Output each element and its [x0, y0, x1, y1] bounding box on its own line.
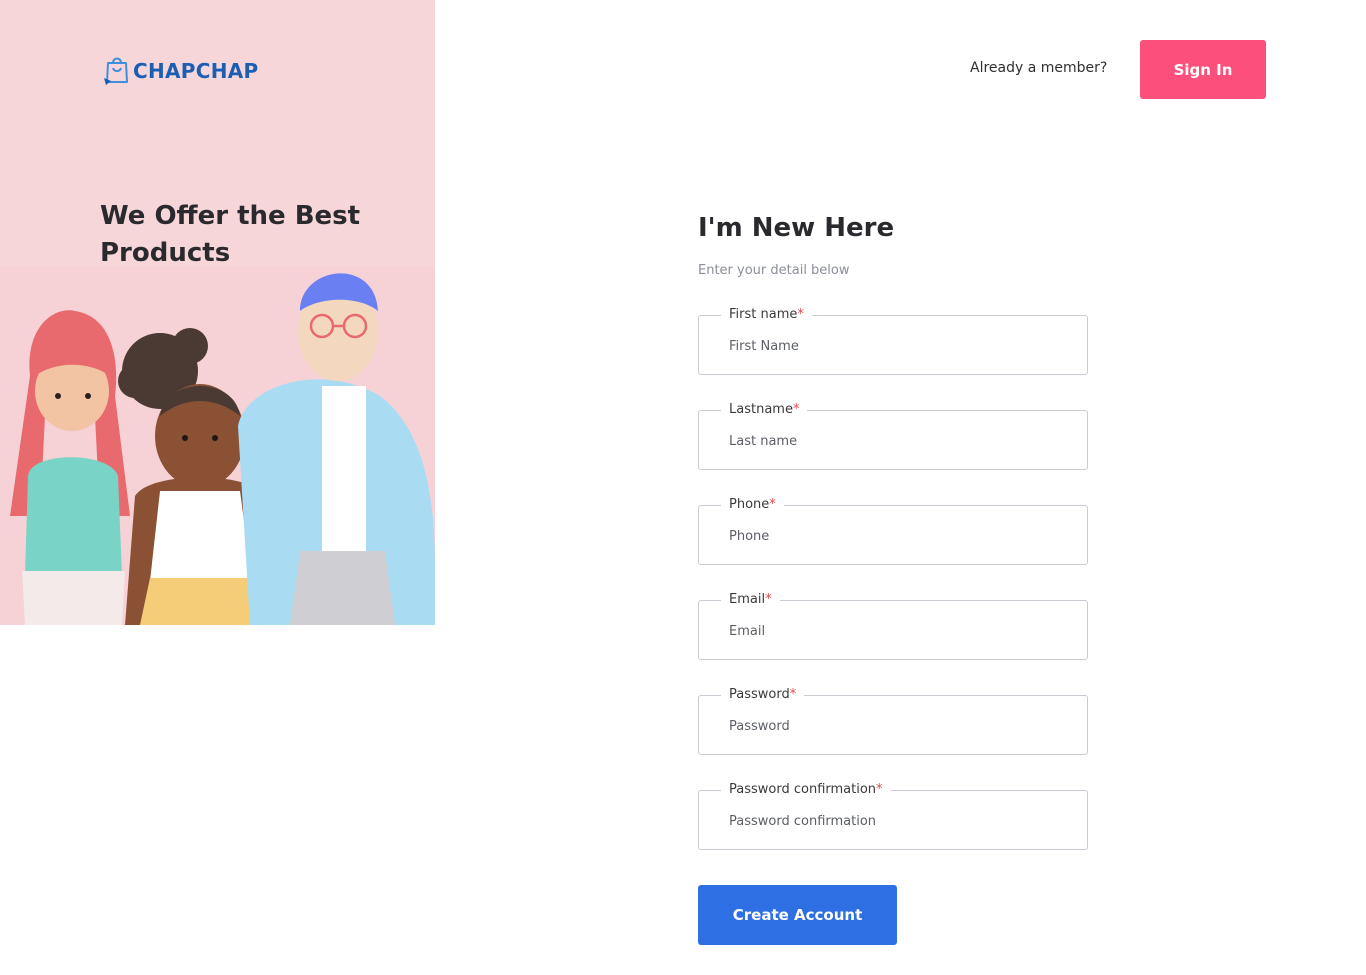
hero-title: We Offer the Best Products	[100, 201, 361, 268]
password-label: Password	[729, 687, 790, 702]
phone-field: Phone*	[698, 497, 1088, 565]
field-label: Phone*	[721, 497, 784, 513]
email-field: Email*	[698, 592, 1088, 660]
password-confirmation-label: Password confirmation	[729, 782, 877, 797]
sign-in-button[interactable]: Sign In	[1140, 40, 1266, 99]
signup-form: I'm New Here Enter your detail below Fir…	[698, 210, 1088, 945]
first-name-input[interactable]	[729, 336, 1069, 356]
brand-name: CHAPCHAP	[133, 59, 259, 83]
hero-panel: CHAPCHAP We Offer the Best Products	[0, 0, 435, 625]
phone-label: Phone	[729, 497, 770, 512]
required-mark: *	[765, 592, 772, 607]
last-name-field: Lastname*	[698, 402, 1088, 470]
field-label: First name*	[721, 307, 812, 323]
form-title: I'm New Here	[698, 213, 895, 243]
required-mark: *	[876, 782, 883, 797]
field-label: Email*	[721, 592, 780, 608]
first-name-label: First name	[729, 307, 798, 322]
people-illustration	[0, 266, 435, 625]
phone-input[interactable]	[729, 526, 1069, 546]
last-name-input[interactable]	[729, 431, 1069, 451]
password-input[interactable]	[729, 716, 1069, 736]
email-label: Email	[729, 592, 766, 607]
required-mark: *	[769, 497, 776, 512]
required-mark: *	[789, 687, 797, 702]
field-label: Password*	[721, 687, 805, 703]
password-confirmation-input[interactable]	[729, 811, 1069, 831]
password-field: Password*	[698, 687, 1088, 755]
shopping-bag-icon	[104, 57, 128, 85]
last-name-label: Lastname	[729, 402, 793, 417]
form-subtitle: Enter your detail below	[698, 263, 850, 278]
field-label: Password confirmation*	[721, 782, 891, 798]
field-label: Lastname*	[721, 402, 808, 418]
required-mark: *	[792, 402, 800, 417]
required-mark: *	[797, 307, 804, 322]
first-name-field: First name*	[698, 307, 1088, 375]
password-confirmation-field: Password confirmation*	[698, 782, 1088, 850]
email-input[interactable]	[729, 621, 1069, 641]
create-account-button[interactable]: Create Account	[698, 885, 897, 945]
already-member-text: Already a member?	[970, 60, 1108, 76]
brand-logo[interactable]: CHAPCHAP	[103, 52, 259, 86]
